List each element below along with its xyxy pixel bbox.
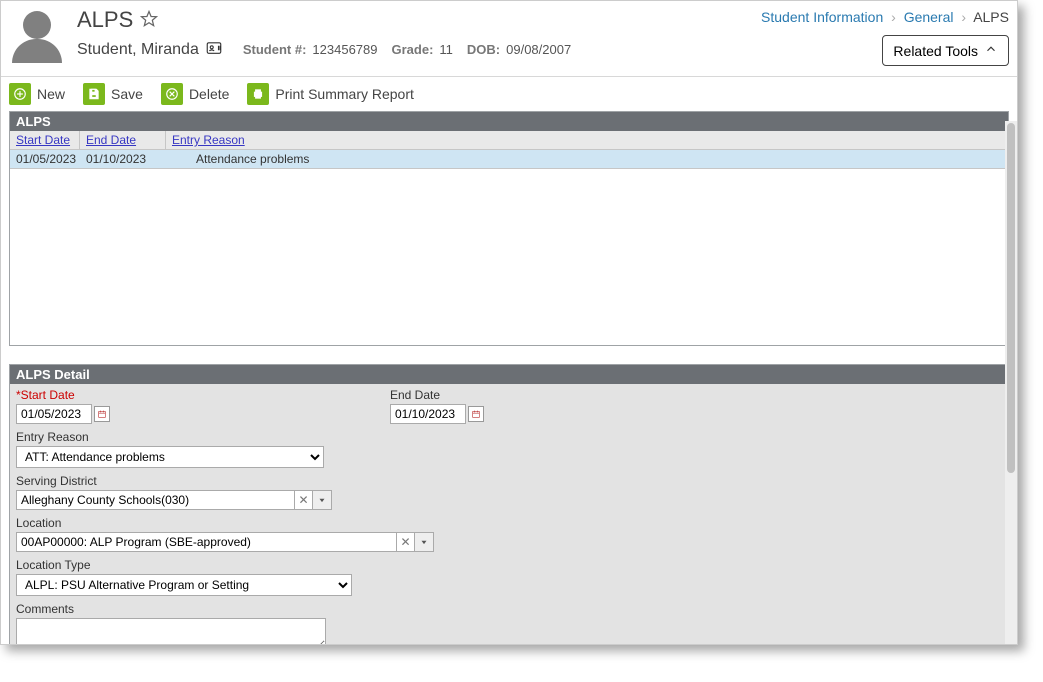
cell-start-date: 01/05/2023 (10, 150, 80, 168)
entry-reason-select[interactable]: ATT: Attendance problems (16, 446, 324, 468)
print-summary-button[interactable]: Print Summary Report (247, 83, 413, 105)
breadcrumb-general[interactable]: General (904, 9, 954, 25)
clear-icon[interactable]: ✕ (294, 490, 312, 510)
page-title: ALPS (77, 7, 133, 33)
comments-textarea[interactable] (16, 618, 326, 645)
col-header-entry-reason[interactable]: Entry Reason (166, 131, 1008, 149)
new-button[interactable]: New (9, 83, 65, 105)
plus-icon (9, 83, 31, 105)
scrollbar[interactable] (1005, 121, 1017, 644)
dropdown-toggle[interactable] (312, 490, 332, 510)
breadcrumb-current: ALPS (973, 9, 1009, 25)
delete-label: Delete (189, 86, 229, 102)
x-icon (161, 83, 183, 105)
calendar-icon[interactable] (468, 406, 484, 422)
cell-end-date: 01/10/2023 (80, 150, 166, 168)
dob-value: 09/08/2007 (506, 42, 571, 57)
comments-label: Comments (16, 602, 1002, 616)
print-label: Print Summary Report (275, 86, 413, 102)
save-button[interactable]: Save (83, 83, 143, 105)
location-type-label: Location Type (16, 558, 1002, 572)
chevron-up-icon (984, 42, 998, 59)
avatar (9, 7, 65, 63)
student-name: Student, Miranda (77, 41, 199, 59)
cell-entry-reason: Attendance problems (166, 150, 1008, 168)
printer-icon (247, 83, 269, 105)
end-date-input[interactable] (390, 404, 466, 424)
detail-panel-title: ALPS Detail (10, 365, 1008, 384)
related-tools-label: Related Tools (893, 43, 978, 59)
location-input[interactable] (16, 532, 396, 552)
breadcrumb-student-information[interactable]: Student Information (761, 9, 883, 25)
disk-icon (83, 83, 105, 105)
table-row[interactable]: 01/05/2023 01/10/2023 Attendance problem… (10, 150, 1008, 169)
location-type-select[interactable]: ALPL: PSU Alternative Program or Setting (16, 574, 352, 596)
id-card-icon[interactable] (205, 39, 223, 60)
grade-label: Grade: (392, 42, 434, 57)
col-header-end-date[interactable]: End Date (80, 131, 166, 149)
breadcrumb: Student Information › General › ALPS (761, 7, 1009, 25)
start-date-label: Start Date (21, 388, 75, 402)
start-date-input[interactable] (16, 404, 92, 424)
calendar-icon[interactable] (94, 406, 110, 422)
star-icon[interactable] (139, 9, 159, 32)
chevron-right-icon: › (957, 9, 970, 25)
related-tools-button[interactable]: Related Tools (882, 35, 1009, 66)
alps-detail-panel: ALPS Detail *Start Date End Date (9, 364, 1009, 645)
chevron-right-icon: › (887, 9, 900, 25)
alps-list-panel: ALPS Start Date End Date Entry Reason 01… (9, 111, 1009, 346)
list-panel-title: ALPS (10, 112, 1008, 131)
clear-icon[interactable]: ✕ (396, 532, 414, 552)
new-label: New (37, 86, 65, 102)
student-number: 123456789 (312, 42, 377, 57)
serving-district-label: Serving District (16, 474, 1002, 488)
dob-label: DOB: (467, 42, 500, 57)
dropdown-toggle[interactable] (414, 532, 434, 552)
end-date-label: End Date (390, 388, 484, 402)
save-label: Save (111, 86, 143, 102)
student-number-label: Student #: (243, 42, 307, 57)
delete-button[interactable]: Delete (161, 83, 229, 105)
grade-value: 11 (439, 42, 453, 57)
col-header-start-date[interactable]: Start Date (10, 131, 80, 149)
entry-reason-label: Entry Reason (16, 430, 1002, 444)
serving-district-input[interactable] (16, 490, 294, 510)
location-label: Location (16, 516, 1002, 530)
